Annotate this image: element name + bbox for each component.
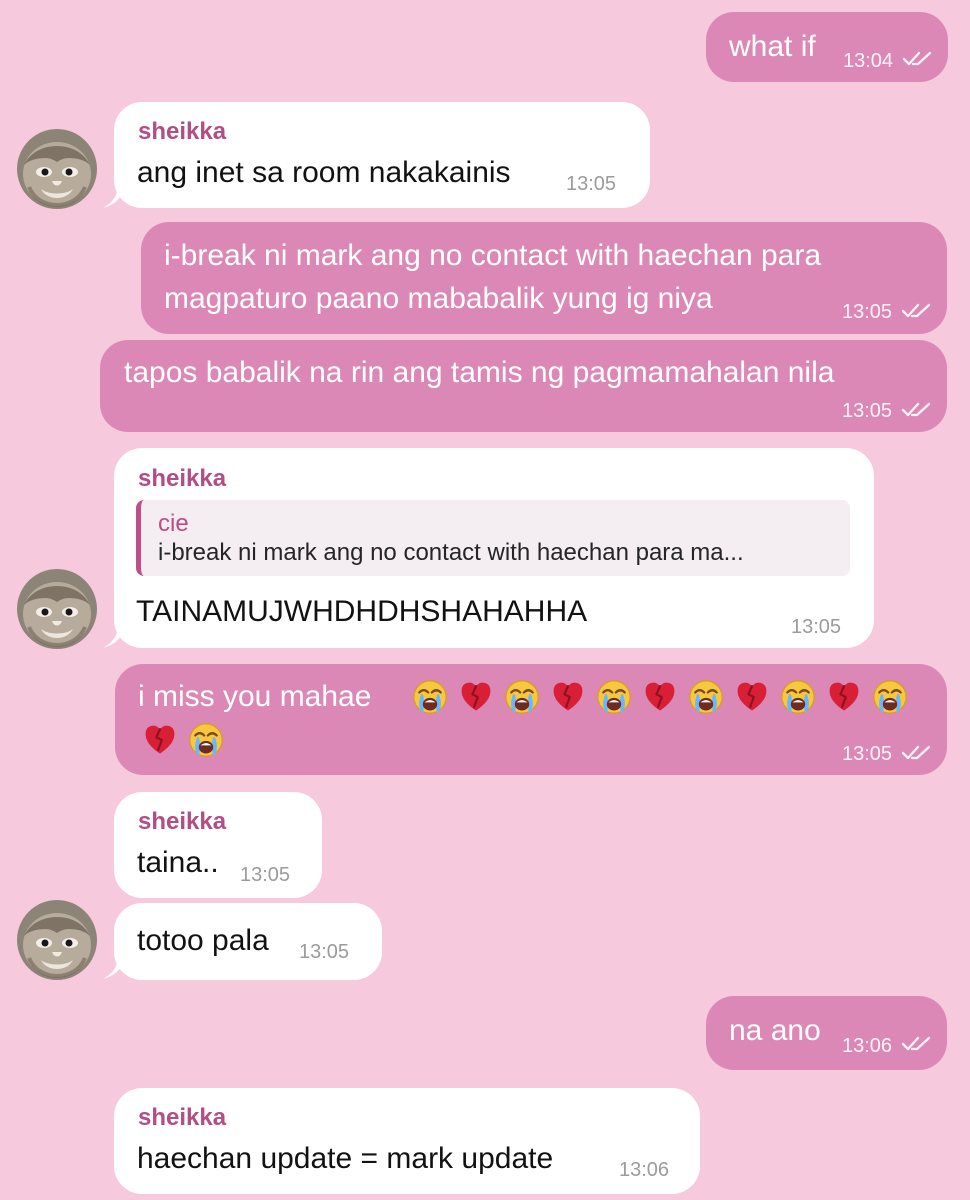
- message-text: ang inet sa room nakakainis: [137, 156, 511, 189]
- message-text: taina..: [137, 846, 219, 879]
- avatar[interactable]: [17, 900, 97, 980]
- sender-name: sheikka: [138, 808, 227, 835]
- double-check-icon: [902, 50, 932, 68]
- double-check-icon: [901, 401, 931, 419]
- message-time: 13:05: [842, 743, 893, 765]
- outgoing-message-bubble[interactable]: i miss you mahae 13:05: [115, 664, 947, 775]
- double-check-icon: [901, 1035, 931, 1053]
- message-time: 13:05: [240, 864, 291, 886]
- outgoing-message-bubble[interactable]: i-break ni mark ang no contact with haec…: [141, 222, 947, 334]
- emoji-line: [137, 720, 229, 760]
- message-text: haechan update = mark update: [137, 1142, 554, 1175]
- incoming-message-bubble[interactable]: sheikka taina.. 13:05: [114, 792, 322, 898]
- outgoing-message-bubble[interactable]: what if 13:04: [706, 12, 948, 82]
- double-check-icon: [901, 744, 931, 762]
- broken-heart-emoji: [637, 677, 683, 717]
- sender-name: sheikka: [138, 465, 227, 492]
- message-text: tapos babalik na rin ang tamis ng pagmam…: [124, 356, 835, 389]
- outgoing-message-bubble[interactable]: na ano 13:06: [706, 996, 947, 1070]
- message-time: 13:05: [842, 301, 893, 323]
- message-time: 13:05: [791, 616, 842, 638]
- emoji-line: [407, 677, 913, 717]
- message-text: i miss you mahae: [138, 680, 372, 713]
- message-text: na ano: [729, 1014, 821, 1047]
- loudly-crying-face-emoji: [499, 677, 545, 717]
- broken-heart-emoji: [137, 720, 183, 760]
- broken-heart-emoji: [453, 677, 499, 717]
- broken-heart-emoji: [821, 677, 867, 717]
- loudly-crying-face-emoji: [775, 677, 821, 717]
- loudly-crying-face-emoji: [867, 677, 913, 717]
- message-time: 13:05: [299, 941, 350, 963]
- sender-name: sheikka: [138, 1104, 227, 1131]
- avatar[interactable]: [17, 129, 97, 209]
- incoming-message-bubble[interactable]: sheikka ang inet sa room nakakainis 13:0…: [114, 102, 650, 208]
- broken-heart-emoji: [729, 677, 775, 717]
- outgoing-message-bubble[interactable]: tapos babalik na rin ang tamis ng pagmam…: [100, 340, 947, 432]
- incoming-message-bubble[interactable]: totoo pala 13:05: [114, 903, 382, 980]
- loudly-crying-face-emoji: [591, 677, 637, 717]
- message-time: 13:04: [843, 50, 894, 72]
- loudly-crying-face-emoji: [407, 677, 453, 717]
- message-text: TAINAMUJWHDHDHSHAHAHHA: [136, 595, 588, 628]
- message-text-line: i-break ni mark ang no contact with haec…: [164, 239, 822, 272]
- double-check-icon: [901, 302, 931, 320]
- incoming-message-bubble[interactable]: sheikka haechan update = mark update 13:…: [114, 1088, 700, 1194]
- message-time: 13:05: [842, 400, 893, 422]
- reply-preview-text: i-break ni mark ang no contact with haec…: [158, 539, 744, 566]
- message-text-line: magpaturo paano mababalik yung ig niya: [164, 282, 713, 315]
- reply-author: cie: [158, 510, 189, 537]
- loudly-crying-face-emoji: [183, 720, 229, 760]
- incoming-message-bubble[interactable]: sheikka cie i-break ni mark ang no conta…: [114, 448, 874, 648]
- sender-name: sheikka: [138, 118, 227, 145]
- quoted-reply[interactable]: cie i-break ni mark ang no contact with …: [136, 500, 850, 576]
- message-text: what if: [729, 30, 816, 63]
- message-time: 13:06: [842, 1035, 893, 1057]
- message-text: totoo pala: [137, 924, 269, 957]
- chat-conversation: what if 13:04 sheikka ang inet sa room n…: [0, 0, 970, 1200]
- message-time: 13:05: [566, 173, 617, 195]
- broken-heart-emoji: [545, 677, 591, 717]
- message-time: 13:06: [619, 1159, 670, 1181]
- loudly-crying-face-emoji: [683, 677, 729, 717]
- avatar[interactable]: [17, 569, 97, 649]
